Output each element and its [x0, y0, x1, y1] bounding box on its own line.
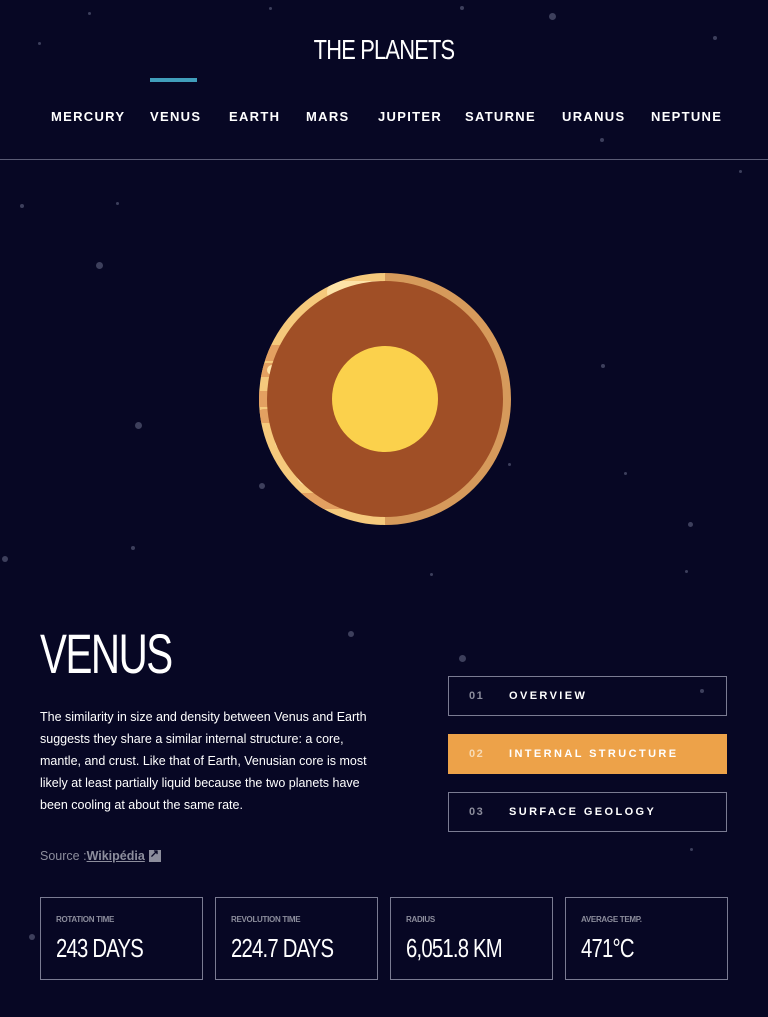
tab-surface-geology[interactable]: 03 SURFACE GEOLOGY [448, 792, 727, 832]
nav-item-saturne[interactable]: SATURNE [465, 109, 536, 124]
tab-number: 02 [469, 748, 485, 760]
tab-number: 01 [469, 690, 485, 702]
nav-item-uranus[interactable]: URANUS [562, 109, 625, 124]
site-logo[interactable]: THE PLANETS [84, 34, 683, 66]
tab-label: OVERVIEW [509, 690, 588, 702]
stat-card-average-temp: AVERAGE TEMP. 471°C [565, 897, 728, 980]
planet-internal-structure-illustration [257, 271, 513, 527]
nav-item-earth[interactable]: EARTH [229, 109, 280, 124]
nav-item-mars[interactable]: MARS [306, 109, 349, 124]
nav-item-neptune[interactable]: NEPTUNE [651, 109, 722, 124]
tab-label: SURFACE GEOLOGY [509, 806, 657, 818]
stat-card-rotation-time: ROTATION TIME 243 DAYS [40, 897, 203, 980]
planet-description: The similarity in size and density betwe… [40, 710, 367, 812]
external-link-icon[interactable] [148, 847, 161, 862]
stat-value: 471°C [581, 933, 634, 963]
nav-item-jupiter[interactable]: JUPITER [378, 109, 442, 124]
stat-value: 243 DAYS [56, 933, 144, 963]
stat-value: 6,051.8 KM [406, 933, 503, 963]
planet-name-heading: VENUS [40, 622, 173, 685]
stat-label: AVERAGE TEMP. [581, 915, 642, 924]
stat-label: REVOLUTION TIME [231, 915, 301, 924]
stat-label: ROTATION TIME [56, 915, 115, 924]
nav-item-venus[interactable]: VENUS [150, 109, 201, 124]
tab-label: INTERNAL STRUCTURE [509, 748, 679, 760]
tab-overview[interactable]: 01 OVERVIEW [448, 676, 727, 716]
tab-number: 03 [469, 806, 485, 818]
active-nav-indicator [150, 78, 197, 82]
stat-label: RADIUS [406, 915, 435, 924]
source-link[interactable]: Wikipédia [87, 849, 145, 863]
tab-internal-structure[interactable]: 02 INTERNAL STRUCTURE [448, 734, 727, 774]
site-header: THE PLANETS MERCURY VENUS EARTH MARS JUP… [0, 0, 768, 160]
source-line: Source :Wikipédia [40, 847, 161, 863]
stat-value: 224.7 DAYS [231, 933, 334, 963]
nav-item-mercury[interactable]: MERCURY [51, 109, 125, 124]
stat-card-radius: RADIUS 6,051.8 KM [390, 897, 553, 980]
stat-card-revolution-time: REVOLUTION TIME 224.7 DAYS [215, 897, 378, 980]
source-prefix: Source : [40, 849, 87, 863]
